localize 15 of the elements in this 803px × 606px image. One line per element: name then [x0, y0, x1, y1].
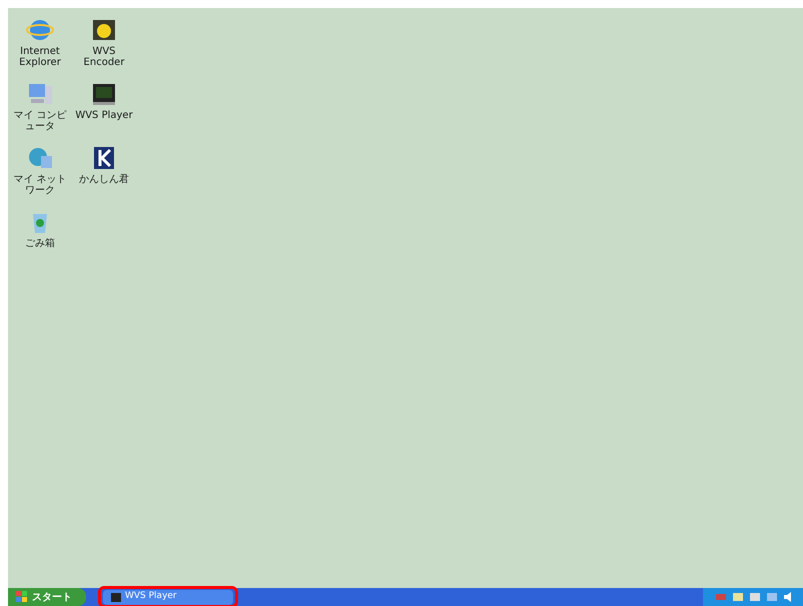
monitor-icon: [111, 592, 121, 602]
start-button[interactable]: スタート: [8, 588, 86, 606]
icon-label[interactable]: WVS Player: [73, 110, 135, 121]
tray-icon[interactable]: [766, 592, 778, 602]
tray-icon[interactable]: [715, 592, 727, 602]
icon-label[interactable]: ごみ箱: [9, 238, 71, 249]
icon-label[interactable]: マイ ネットワーク: [9, 174, 71, 196]
windows-logo-icon: [16, 591, 28, 603]
tray-icon[interactable]: [732, 592, 744, 602]
icon-label[interactable]: かんしん君: [73, 174, 135, 185]
taskbar-button[interactable]: WVS Player: [103, 590, 233, 604]
icon-label[interactable]: Internet Explorer: [9, 46, 71, 68]
icon-label[interactable]: マイ コンピュータ: [9, 110, 71, 132]
icon-label[interactable]: WVS Encoder: [73, 46, 135, 68]
tray-icon[interactable]: [749, 592, 761, 602]
